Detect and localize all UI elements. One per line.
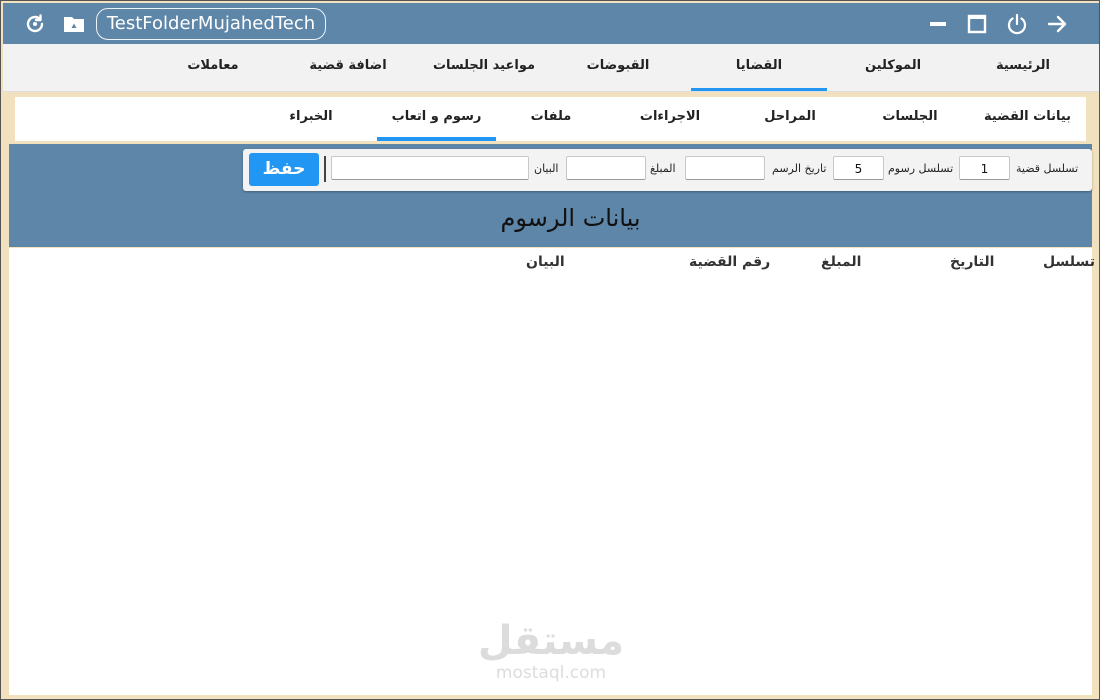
sub-tab-sessions[interactable]: الجلسات: [860, 97, 960, 141]
main-tab-cases[interactable]: القضايا: [691, 44, 827, 91]
fees-panel: تسلسل قضية 1 تسلسل رسوم 5 تاريخ الرسم ال…: [9, 144, 1092, 247]
sub-tab-files[interactable]: ملفات: [501, 97, 601, 141]
amount-input[interactable]: [566, 156, 646, 180]
column-header-amount[interactable]: المبلغ: [821, 254, 861, 270]
app-window: TestFolderMujahedTech الرئيسية الموكلين …: [0, 0, 1100, 700]
main-tab-receipts[interactable]: القبوضات: [558, 44, 678, 91]
main-tab-clients[interactable]: الموكلين: [833, 44, 953, 91]
minimize-icon[interactable]: [926, 12, 950, 36]
arrow-right-icon[interactable]: [1045, 12, 1069, 36]
save-button[interactable]: حفظ: [249, 153, 319, 186]
panel-title: بيانات الرسوم: [500, 204, 641, 232]
amount-label: المبلغ: [650, 162, 676, 175]
column-header-date[interactable]: التاريخ: [950, 254, 994, 270]
fee-date-label: تاريخ الرسم: [772, 162, 827, 175]
main-tab-session-dates[interactable]: مواعيد الجلسات: [419, 44, 549, 91]
sub-tab-experts[interactable]: الخبراء: [261, 97, 361, 141]
form-divider: [324, 156, 326, 182]
fee-date-input[interactable]: [685, 156, 765, 180]
folder-name-pill[interactable]: TestFolderMujahedTech: [96, 8, 326, 40]
sub-tab-procedures[interactable]: الاجراءات: [620, 97, 720, 141]
watermark-latin: mostaql.com: [495, 663, 607, 683]
statement-input[interactable]: [331, 156, 529, 180]
drive-folder-icon[interactable]: [62, 12, 86, 36]
sub-tab-case-data[interactable]: بيانات القضية: [975, 97, 1080, 141]
column-header-seq[interactable]: تسلسل: [1043, 254, 1095, 270]
watermark: مستقل mostaql.com: [471, 619, 631, 689]
case-sub-nav: بيانات القضية الجلسات المراحل الاجراءات …: [15, 97, 1086, 141]
sub-tab-fees[interactable]: رسوم و اتعاب: [377, 97, 496, 141]
maximize-icon[interactable]: [965, 12, 989, 36]
case-seq-input[interactable]: 1: [959, 156, 1010, 180]
sub-tab-stages[interactable]: المراحل: [740, 97, 840, 141]
case-seq-label: تسلسل قضية: [1016, 162, 1079, 175]
main-tab-home[interactable]: الرئيسية: [963, 44, 1083, 91]
main-tab-transactions[interactable]: معاملات: [153, 44, 273, 91]
fee-seq-label: تسلسل رسوم: [888, 162, 954, 175]
column-header-statement[interactable]: البيان: [526, 254, 565, 270]
title-bar: TestFolderMujahedTech: [3, 3, 1099, 44]
statement-label: البيان: [534, 162, 559, 175]
column-header-case-number[interactable]: رقم القضية: [689, 254, 770, 270]
fee-entry-form: تسلسل قضية 1 تسلسل رسوم 5 تاريخ الرسم ال…: [243, 149, 1092, 191]
main-tab-add-case[interactable]: اضافة قضية: [288, 44, 408, 91]
watermark-arabic: مستقل: [477, 618, 625, 664]
power-icon[interactable]: [1005, 12, 1029, 36]
fee-seq-input[interactable]: 5: [833, 156, 884, 180]
main-nav: الرئيسية الموكلين القضايا القبوضات مواعي…: [3, 44, 1099, 92]
refresh-icon[interactable]: [23, 12, 47, 36]
